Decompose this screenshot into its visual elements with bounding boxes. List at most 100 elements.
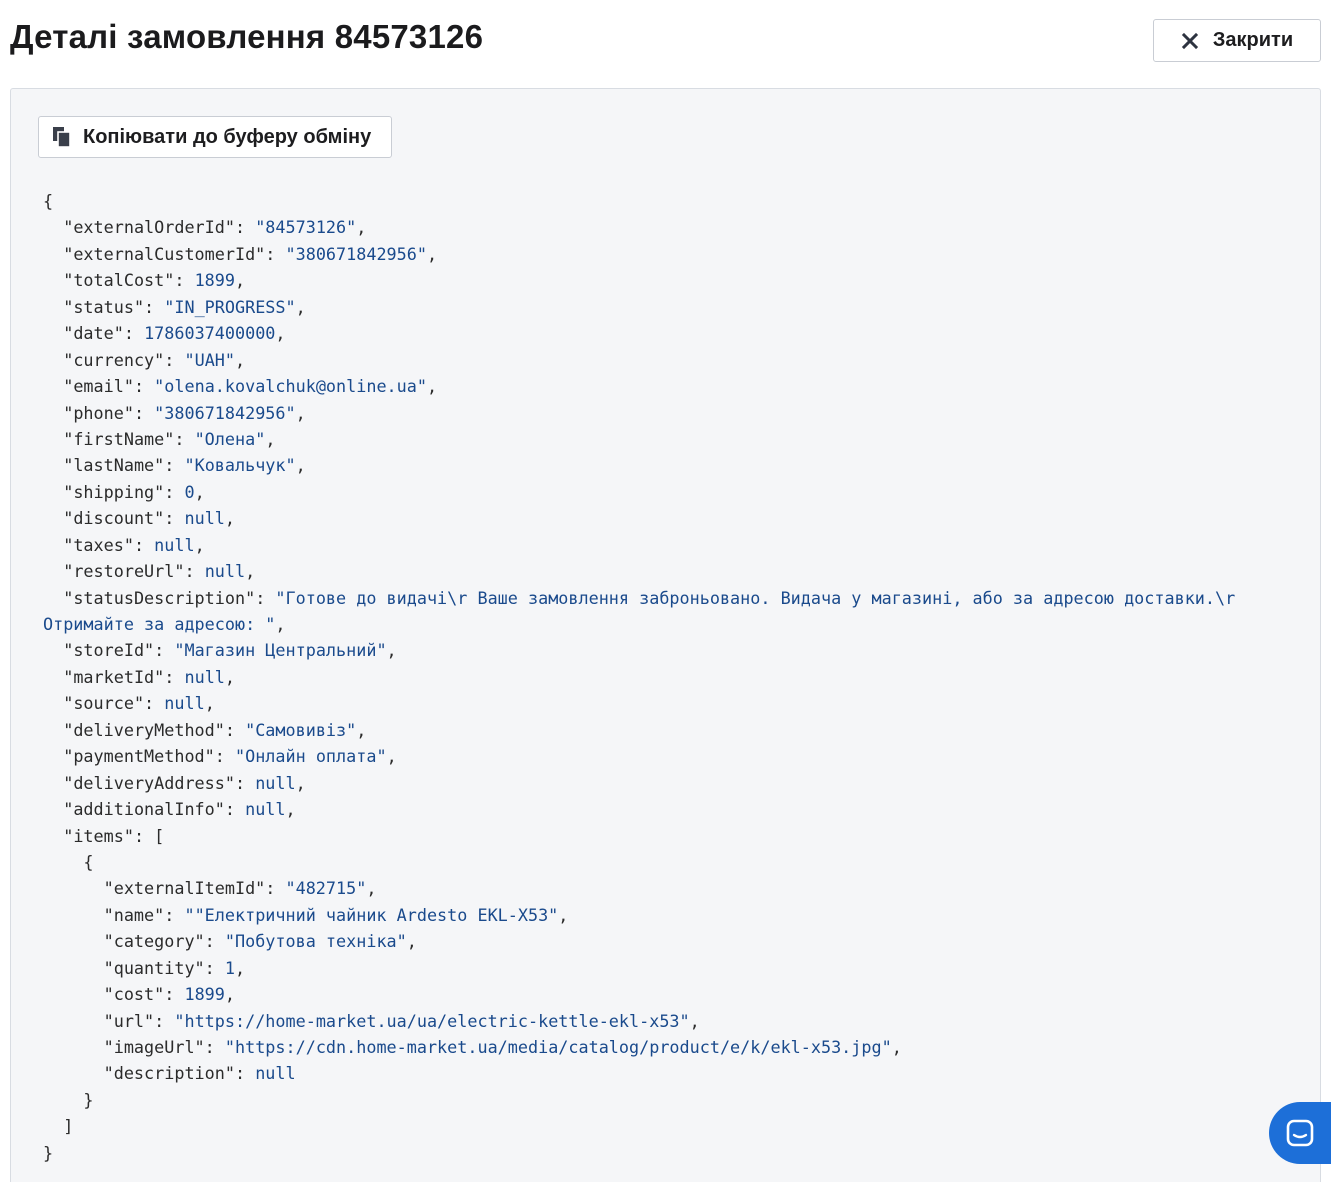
copy-to-clipboard-button[interactable]: Копіювати до буферу обміну [38,116,392,158]
json-line: "status": "IN_PROGRESS", [63,296,306,317]
json-value: "Ковальчук" [184,455,296,476]
json-key: "deliveryMethod" [63,719,225,740]
json-line: "discount": null, [63,508,236,529]
json-key: "description" [103,1063,235,1084]
json-key: "shipping" [63,481,165,502]
json-line: "externalOrderId": "84573126", [63,217,367,238]
json-value: "Олена" [194,428,266,449]
json-key: "deliveryAddress" [63,772,235,793]
json-key: "url" [103,1010,155,1031]
json-line: "restoreUrl": null, [63,561,256,582]
json-value: "Побутова техніка" [224,931,407,952]
json-line: } [83,1089,94,1110]
json-value: "482715" [285,878,367,899]
json-line: } [43,1140,1303,1166]
json-line: "source": null, [63,693,215,714]
close-icon [1181,32,1198,49]
json-key: "category" [103,931,205,952]
json-value: "Магазин Центральний" [174,640,387,661]
json-value: null [255,772,296,793]
json-line: "totalCost": 1899, [63,270,246,291]
json-code-view: { "externalOrderId": "84573126", "extern… [43,188,1303,1166]
json-line: "name": ""Електричний чайник Ardesto EKL… [103,904,569,925]
json-line: "email": "olena.kovalchuk@online.ua", [63,376,438,397]
json-key: "marketId" [63,666,165,687]
json-line: "externalCustomerId": "380671842956", [63,243,438,264]
json-key: "firstName" [63,428,175,449]
json-key: "additionalInfo" [63,799,225,820]
json-line: "additionalInfo": null, [63,799,296,820]
json-key: "date" [63,323,124,344]
json-value: "IN_PROGRESS" [164,296,296,317]
json-line: "externalItemId": "482715", [103,878,377,899]
json-line: { [83,851,94,872]
json-value: "84573126" [255,217,357,238]
json-key: "items" [63,825,134,846]
close-button[interactable]: Закрити [1153,19,1321,62]
json-value: null [204,561,246,582]
json-value: ""Електричний чайник Ardesto EKL-X53" [184,904,559,925]
json-line: "taxes": null, [63,534,205,555]
json-key: "restoreUrl" [63,561,185,582]
json-value: "https://cdn.home-market.ua/media/catalo… [224,1037,892,1057]
json-key: "cost" [103,984,165,1005]
json-value: 1899 [184,984,225,1005]
json-line: "deliveryMethod": "Самовивіз", [63,719,367,740]
json-key: "totalCost" [63,270,175,291]
json-value: "olena.kovalchuk@online.ua" [154,376,427,397]
json-line: "url": "https://home-market.ua/ua/electr… [103,1010,700,1031]
json-key: "lastName" [63,455,165,476]
json-line: "phone": "380671842956", [63,402,306,423]
order-json-panel: Копіювати до буферу обміну { "externalOr… [10,88,1321,1182]
json-open-brace: { [43,191,54,211]
json-key: "statusDescription" [63,587,256,608]
json-line: { [43,188,1303,214]
json-line: "date": 1786037400000, [63,323,286,344]
json-key: "quantity" [103,957,205,978]
json-value: 1786037400000 [144,323,276,344]
json-value: "Самовивіз" [245,719,357,740]
json-key: "externalOrderId" [63,217,235,238]
json-line: "items": [ [63,825,165,846]
json-line: "cost": 1899, [103,984,235,1005]
json-key: "taxes" [63,534,134,555]
copy-button-label: Копіювати до буферу обміну [83,125,372,148]
copy-icon [53,127,71,147]
json-line: Отримайте за адресою: ", [43,614,286,634]
json-key: "currency" [63,349,165,370]
json-key: "externalCustomerId" [63,243,266,264]
json-key: "name" [103,904,165,925]
json-value: null [255,1063,296,1084]
json-line: "lastName": "Ковальчук", [63,455,306,476]
json-line: "shipping": 0, [63,481,205,502]
json-line: "deliveryAddress": null, [63,772,306,793]
json-line: "storeId": "Магазин Центральний", [63,640,397,661]
json-value: "Онлайн оплата" [235,746,387,767]
json-value: null [164,693,205,714]
modal-header: Деталі замовлення 84573126 Закрити [0,0,1331,88]
json-line: "statusDescription": "Готове до видачі\r… [63,587,1236,608]
json-value: 0 [184,481,195,502]
json-key: "discount" [63,508,165,529]
json-close-brace: } [43,1142,54,1163]
json-key: "storeId" [63,640,155,661]
json-key: "phone" [63,402,134,423]
json-line: "paymentMethod": "Онлайн оплата", [63,746,397,767]
json-value: "380671842956" [285,243,427,264]
chat-icon [1286,1119,1314,1147]
json-line: "firstName": "Олена", [63,428,276,449]
close-button-label: Закрити [1212,29,1294,51]
json-line: "currency": "UAH", [63,349,246,370]
json-value: "Готове до видачі\r Ваше замовлення забр… [275,587,1236,608]
json-key: "source" [63,693,145,714]
json-value: null [184,508,225,529]
json-value: null [184,666,225,687]
chat-widget-button[interactable] [1269,1102,1331,1164]
json-value: 1899 [194,270,235,291]
json-value: "https://home-market.ua/ua/electric-kett… [174,1010,690,1031]
json-line: "marketId": null, [63,666,236,687]
json-line: ] [63,1116,74,1137]
json-key: "externalItemId" [103,878,266,899]
json-value: 1 [224,957,235,978]
json-key: "paymentMethod" [63,746,215,767]
